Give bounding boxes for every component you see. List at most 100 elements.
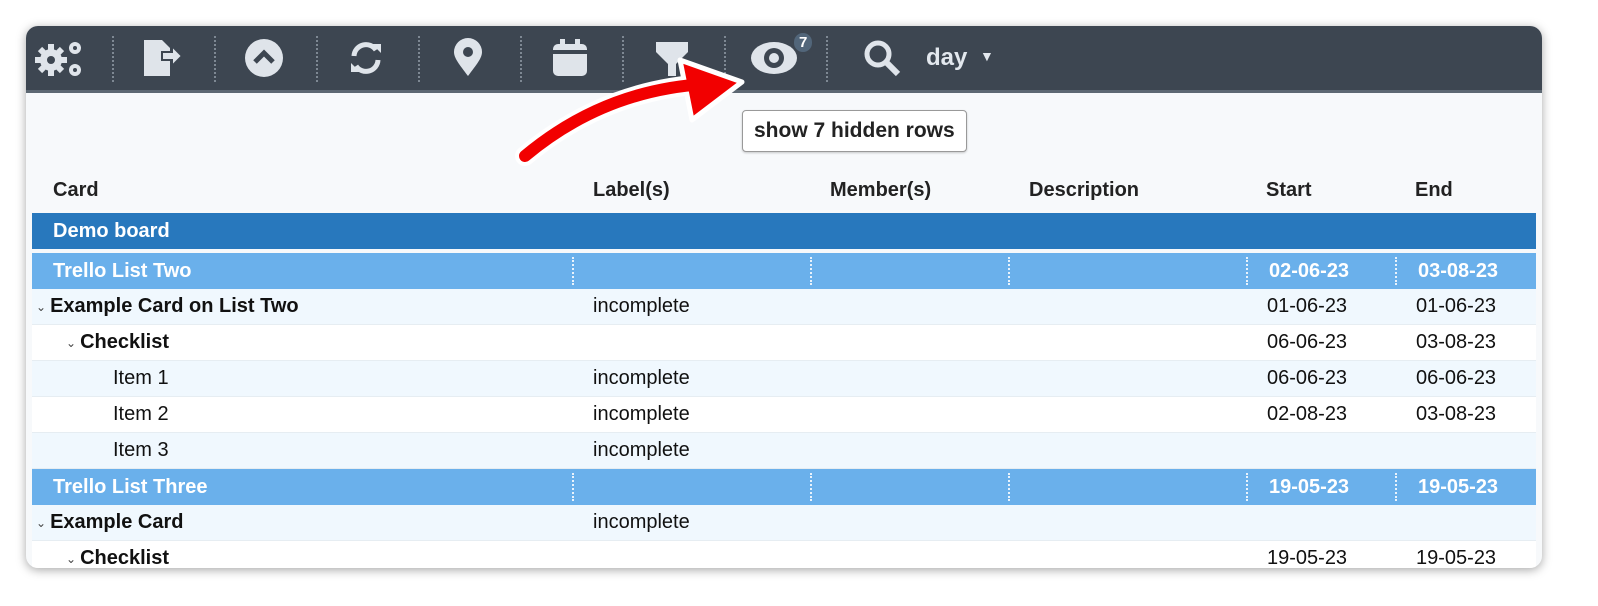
table-row-group[interactable]: Demo board — [32, 213, 1536, 253]
tooltip: show 7 hidden rows — [742, 110, 967, 152]
collapse-all-button[interactable] — [214, 26, 314, 90]
label-text: incomplete — [593, 403, 690, 425]
column-header-start[interactable]: Start — [1266, 179, 1312, 202]
end-text: 19-05-23 — [1416, 547, 1497, 568]
cell-start: 19-05-23 — [1246, 541, 1395, 568]
column-header-members[interactable]: Member(s) — [830, 179, 931, 202]
table-row-item[interactable]: Item 2 incomplete 02-08-23 03-08-23 — [32, 397, 1536, 433]
cell-card: ⌄ Example Card on List Two — [32, 289, 572, 324]
cell-start — [1246, 505, 1395, 540]
cell-member — [810, 473, 1008, 501]
cell-label: incomplete — [572, 433, 810, 468]
card-text: Trello List Two — [53, 259, 192, 282]
filter-button[interactable] — [622, 26, 722, 90]
cell-description — [1008, 257, 1246, 285]
table-row-card[interactable]: ⌄ Example Card incomplete — [32, 505, 1536, 541]
cell-member — [810, 257, 1008, 285]
gantt-panel: 7 day ▼ show 7 hidden rows Card Label(s)… — [26, 26, 1542, 568]
column-header-labels[interactable]: Label(s) — [593, 179, 670, 202]
settings-button[interactable] — [26, 26, 110, 90]
cell-member — [810, 289, 1008, 324]
cell-end: 01-06-23 — [1395, 289, 1536, 324]
cell-card: Item 3 — [32, 433, 572, 468]
cell-member — [810, 397, 1008, 432]
locate-button[interactable] — [418, 26, 518, 90]
cell-end: 19-05-23 — [1395, 541, 1536, 568]
end-text: 19-05-23 — [1418, 475, 1499, 498]
cell-card: ⌄ Example Card — [32, 505, 572, 540]
cell-description — [1008, 433, 1246, 468]
cell-member — [810, 505, 1008, 540]
chevron-down-icon[interactable]: ⌄ — [36, 300, 46, 314]
chevron-down-icon[interactable]: ⌄ — [66, 336, 76, 350]
cell-label — [572, 257, 810, 285]
cell-member — [810, 541, 1008, 568]
chevron-down-icon[interactable]: ⌄ — [66, 552, 76, 566]
search-icon — [864, 40, 901, 77]
cell-description — [1008, 289, 1246, 324]
cell-end: 03-08-23 — [1395, 325, 1536, 360]
label-text: incomplete — [593, 295, 690, 317]
label-text: incomplete — [593, 511, 690, 533]
location-pin-icon — [454, 38, 482, 76]
table-row-checklist[interactable]: ⌄ Checklist 19-05-23 19-05-23 — [32, 541, 1536, 568]
cell-start: 02-08-23 — [1246, 397, 1395, 432]
cell-description — [1008, 473, 1246, 501]
start-text: 06-06-23 — [1267, 331, 1348, 353]
calendar-icon — [553, 39, 587, 76]
calendar-button[interactable] — [520, 26, 620, 90]
table-row-checklist[interactable]: ⌄ Checklist 06-06-23 03-08-23 — [32, 325, 1536, 361]
start-text: 01-06-23 — [1267, 295, 1348, 317]
table-row-item[interactable]: Item 3 incomplete — [32, 433, 1536, 469]
eye-icon — [751, 42, 797, 74]
cell-description — [1008, 505, 1246, 540]
export-button[interactable] — [112, 26, 212, 90]
card-text: Checklist — [80, 547, 169, 568]
refresh-icon — [351, 42, 381, 74]
table-body: Demo board Trello List Two 02-06-23 03-08-2… — [32, 213, 1536, 568]
collapse-up-icon — [245, 39, 283, 77]
start-text: 02-06-23 — [1269, 259, 1350, 282]
card-text: Item 2 — [113, 403, 169, 425]
column-header-card[interactable]: Card — [53, 179, 99, 202]
table-row-list[interactable]: Trello List Three 19-05-23 19-05-23 — [32, 469, 1536, 505]
cell-start — [1246, 433, 1395, 468]
refresh-button[interactable] — [316, 26, 416, 90]
table-row-item[interactable]: Item 1 incomplete 06-06-23 06-06-23 — [32, 361, 1536, 397]
cell-start: 02-06-23 — [1246, 257, 1395, 285]
cell-end: 19-05-23 — [1395, 473, 1536, 501]
cell-label: incomplete — [572, 397, 810, 432]
cell-member — [810, 433, 1008, 468]
cell-label — [572, 473, 810, 501]
card-text: Checklist — [80, 331, 169, 353]
chevron-down-icon[interactable]: ⌄ — [36, 516, 46, 530]
cell-start: 06-06-23 — [1246, 325, 1395, 360]
cell-end — [1395, 505, 1536, 540]
column-header-description[interactable]: Description — [1029, 179, 1139, 202]
scale-dropdown[interactable]: day ▼ — [926, 44, 994, 72]
cell-start: 19-05-23 — [1246, 473, 1395, 501]
table-row-list[interactable]: Trello List Two 02-06-23 03-08-23 — [32, 253, 1536, 289]
cell-label — [572, 325, 810, 360]
cell-description — [1008, 397, 1246, 432]
cell-end: 06-06-23 — [1395, 361, 1536, 396]
caret-down-icon: ▼ — [980, 48, 994, 64]
card-text: Item 1 — [113, 367, 169, 389]
hidden-count-badge: 7 — [794, 33, 813, 52]
label-text: incomplete — [593, 439, 690, 461]
cell-description — [1008, 361, 1246, 396]
card-text: Example Card on List Two — [50, 295, 299, 317]
export-icon — [144, 40, 184, 76]
table-row-card[interactable]: ⌄ Example Card on List Two incomplete 01-06… — [32, 289, 1536, 325]
zoom-button[interactable] — [832, 26, 932, 90]
end-text: 01-06-23 — [1416, 295, 1497, 317]
card-text: Example Card — [50, 511, 184, 533]
cell-end: 03-08-23 — [1395, 257, 1536, 285]
start-text: 02-08-23 — [1267, 403, 1348, 425]
cell-card: ⌄ Checklist — [32, 541, 572, 568]
cell-description — [1008, 325, 1246, 360]
start-text: 19-05-23 — [1267, 547, 1348, 568]
column-header-end[interactable]: End — [1415, 179, 1453, 202]
end-text: 03-08-23 — [1416, 403, 1497, 425]
cell-label — [572, 541, 810, 568]
